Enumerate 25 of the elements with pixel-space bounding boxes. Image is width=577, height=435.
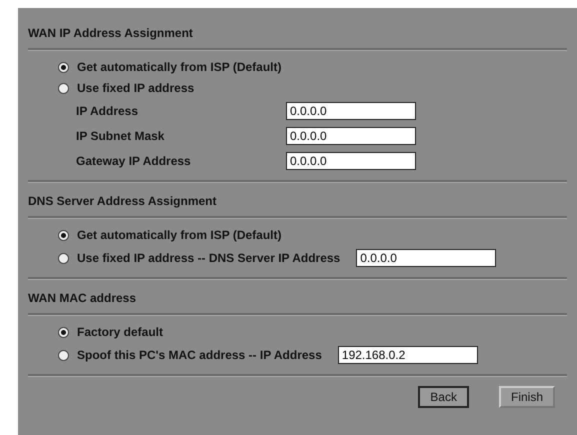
section-title: DNS Server Address Assignment	[28, 190, 567, 218]
field-label: IP Subnet Mask	[76, 129, 166, 143]
radio-button[interactable]	[58, 62, 69, 72]
input-field[interactable]: 0.0.0.0	[286, 152, 416, 170]
input-field[interactable]: 192.168.0.2	[338, 346, 478, 364]
input-field[interactable]: 0.0.0.0	[356, 249, 496, 267]
input-field[interactable]: 0.0.0.0	[286, 127, 416, 145]
input-field[interactable]: 0.0.0.0	[286, 102, 416, 120]
section-title: WAN MAC address	[28, 287, 567, 315]
field-label: Gateway IP Address	[76, 154, 192, 168]
option-label: Get automatically from ISP (Default)	[77, 60, 282, 74]
option-label: Use fixed IP address	[77, 81, 194, 95]
radio-button[interactable]	[58, 350, 69, 360]
option-label: Spoof this PC's MAC address -- IP Address	[77, 348, 322, 362]
option-label: Factory default	[77, 325, 164, 339]
back-button[interactable]: Back	[418, 386, 469, 408]
radio-button[interactable]	[58, 230, 69, 240]
radio-button[interactable]	[58, 326, 69, 338]
field-label: IP Address	[76, 104, 140, 118]
option-label: Get automatically from ISP (Default)	[77, 228, 282, 242]
section-title: WAN IP Address Assignment	[28, 22, 567, 50]
finish-button[interactable]: Finish	[498, 386, 555, 408]
radio-button[interactable]	[58, 252, 69, 264]
radio-button[interactable]	[58, 82, 69, 94]
option-label: Use fixed IP address -- DNS Server IP Address	[77, 251, 340, 265]
